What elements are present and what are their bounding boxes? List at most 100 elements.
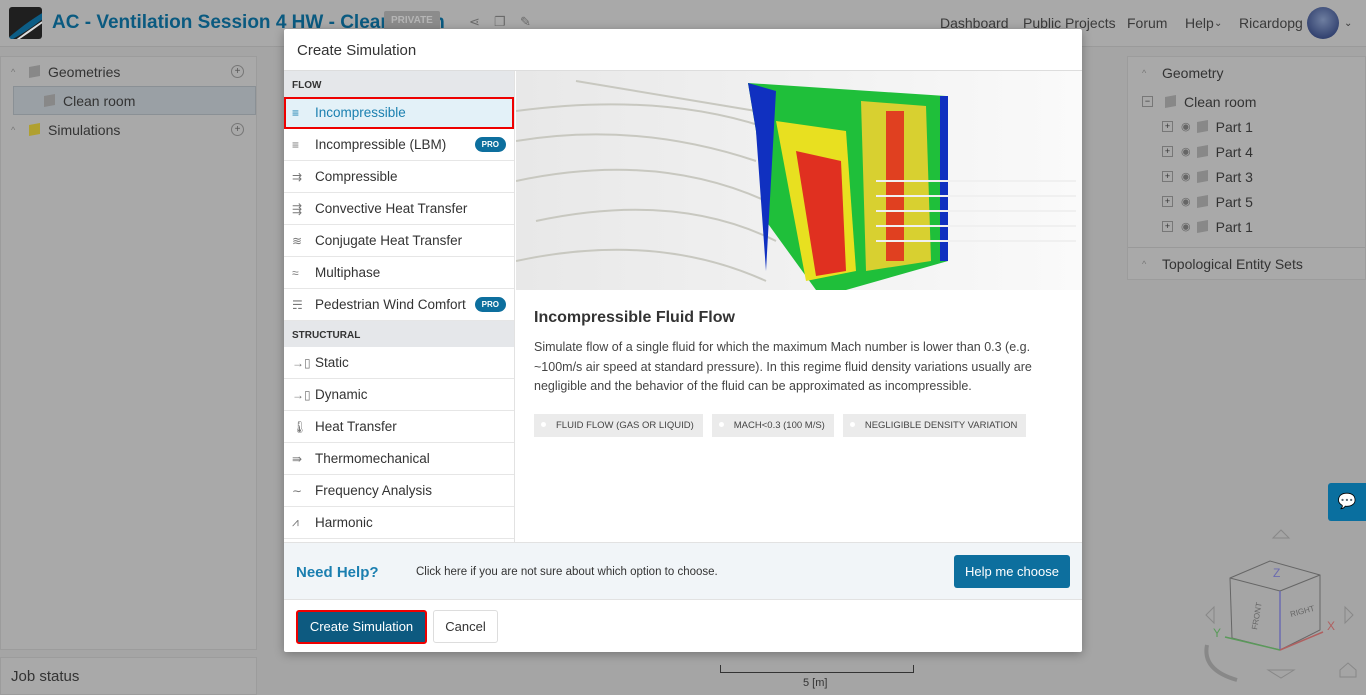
left-panel: ^ Geometries + Clean room ^ Simulations + xyxy=(0,56,257,650)
create-simulation-dialog: Create Simulation FLOW ≡ Incompressible ≡ I… xyxy=(284,29,1082,652)
private-badge: PRIVATE xyxy=(384,11,440,30)
tree-root[interactable]: − Clean room xyxy=(1128,89,1365,114)
tree-part[interactable]: + ◉ Part 1 xyxy=(1128,214,1365,239)
x-axis-label: X xyxy=(1327,619,1335,633)
geometry-header[interactable]: ^ Geometry xyxy=(1128,57,1365,89)
section-flow: FLOW xyxy=(284,71,514,97)
expand-icon[interactable]: + xyxy=(1162,146,1173,157)
expand-icon[interactable]: + xyxy=(1162,221,1173,232)
sim-type-icon: →▯ xyxy=(292,355,311,370)
right-face-label: RIGHT xyxy=(1289,604,1315,619)
edit-icon[interactable]: ✎ xyxy=(520,14,531,30)
sim-type-static[interactable]: →▯ Static xyxy=(284,347,514,379)
eye-icon[interactable]: ◉ xyxy=(1181,145,1191,158)
sim-type-harmonic[interactable]: ⩘ Harmonic xyxy=(284,507,514,539)
sim-type-frequency-analysis[interactable]: ∼ Frequency Analysis xyxy=(284,475,514,507)
sim-type-label: Thermomechanical xyxy=(315,451,430,466)
eye-icon[interactable]: ◉ xyxy=(1181,220,1191,233)
rotate-icon xyxy=(1204,644,1238,682)
sim-type-icon: ∼ xyxy=(292,483,303,498)
avatar[interactable] xyxy=(1307,7,1339,39)
eye-icon[interactable]: ◉ xyxy=(1181,170,1191,183)
arrow-down-icon xyxy=(1266,669,1296,679)
sim-type-icon: ☴ xyxy=(292,297,303,312)
job-status-panel[interactable]: Job status xyxy=(0,657,257,695)
chevron-down-icon[interactable]: ⌄ xyxy=(1344,18,1352,29)
chat-button[interactable]: 💬 xyxy=(1328,483,1366,521)
help-section: Need Help? Click here if you are not sur… xyxy=(284,542,1082,600)
tree-geometries[interactable]: ^ Geometries + xyxy=(1,57,256,86)
sim-type-convective-heat-transfer[interactable]: ⇶ Convective Heat Transfer xyxy=(284,193,514,225)
sim-type-compressible[interactable]: ⇉ Compressible xyxy=(284,161,514,193)
help-me-choose-button[interactable]: Help me choose xyxy=(954,555,1070,588)
arrow-right-icon xyxy=(1344,605,1354,625)
tree-part[interactable]: + ◉ Part 4 xyxy=(1128,139,1365,164)
sim-type-icon: ⇶ xyxy=(292,201,303,216)
simulation-preview-image xyxy=(516,71,1082,290)
tree-simulations[interactable]: ^ Simulations + xyxy=(1,115,256,144)
sim-type-pedestrian-wind-comfort[interactable]: ☴ Pedestrian Wind Comfort PRO xyxy=(284,289,514,321)
eye-icon[interactable]: ◉ xyxy=(1181,120,1191,133)
label: Geometry xyxy=(1162,65,1224,81)
expand-icon[interactable]: + xyxy=(1162,121,1173,132)
view-cube[interactable]: Z X Y FRONT RIGHT xyxy=(1195,525,1365,695)
sim-type-conjugate-heat-transfer[interactable]: ≋ Conjugate Heat Transfer xyxy=(284,225,514,257)
add-geometry-button[interactable]: + xyxy=(231,65,244,78)
pro-badge: PRO xyxy=(474,297,506,312)
create-simulation-button[interactable]: Create Simulation xyxy=(296,610,427,644)
sim-type-icon: ⩘ xyxy=(292,515,299,529)
sim-type-label: Dynamic xyxy=(315,387,368,402)
sim-type-icon: ≈ xyxy=(292,265,299,280)
label: Part 5 xyxy=(1215,193,1253,210)
tree-part[interactable]: + ◉ Part 3 xyxy=(1128,164,1365,189)
add-simulation-button[interactable]: + xyxy=(231,123,244,136)
dialog-title: Create Simulation xyxy=(284,29,1082,71)
arrow-up-icon xyxy=(1271,529,1291,539)
app-logo[interactable] xyxy=(9,7,42,39)
tree-part[interactable]: + ◉ Part 5 xyxy=(1128,189,1365,214)
sim-type-label: Static xyxy=(315,355,349,370)
share-icon[interactable]: ⋖ xyxy=(469,14,480,30)
nav-help[interactable]: Help xyxy=(1185,15,1214,31)
eye-icon[interactable]: ◉ xyxy=(1181,195,1191,208)
label: Part 4 xyxy=(1215,143,1253,160)
need-help-link[interactable]: Need Help? xyxy=(296,564,379,581)
user-name[interactable]: Ricardopg xyxy=(1239,15,1303,31)
tag: NEGLIGIBLE DENSITY VARIATION xyxy=(842,413,1027,437)
tree-clean-room[interactable]: Clean room xyxy=(13,86,256,115)
sim-type-icon: 🌡 xyxy=(292,419,308,434)
tag: MACH<0.3 (100 M/S) xyxy=(711,413,834,437)
sim-type-label: Harmonic xyxy=(315,515,373,530)
sim-type-label: Pedestrian Wind Comfort xyxy=(315,297,466,312)
expand-icon[interactable]: + xyxy=(1162,171,1173,182)
label: Part 1 xyxy=(1215,118,1253,135)
home-icon xyxy=(1339,662,1357,678)
nav-forum[interactable]: Forum xyxy=(1127,15,1167,31)
sim-type-multiphase[interactable]: ≈ Multiphase xyxy=(284,257,514,289)
sim-type-label: Compressible xyxy=(315,169,398,184)
tag: FLUID FLOW (GAS OR LIQUID) xyxy=(534,413,703,437)
description-title: Incompressible Fluid Flow xyxy=(534,309,735,326)
sim-type-icon: ⇛ xyxy=(292,451,303,466)
sim-type-thermomechanical[interactable]: ⇛ Thermomechanical xyxy=(284,443,514,475)
expand-icon[interactable]: + xyxy=(1162,196,1173,207)
copy-icon[interactable]: ❐ xyxy=(494,14,506,30)
sim-type-label: Convective Heat Transfer xyxy=(315,201,468,216)
label: Part 3 xyxy=(1215,168,1253,185)
topological-entity-sets[interactable]: ^ Topological Entity Sets xyxy=(1128,247,1365,279)
sim-type-incompressible-lbm-[interactable]: ≡ Incompressible (LBM) PRO xyxy=(284,129,514,161)
cancel-button[interactable]: Cancel xyxy=(433,610,498,643)
right-panel: ^ Geometry − Clean room + ◉ Part 1 + ◉ Part 4 + ◉… xyxy=(1127,56,1366,280)
front-face-label: FRONT xyxy=(1250,602,1264,631)
sim-type-label: Frequency Analysis xyxy=(315,483,433,498)
sim-type-heat-transfer[interactable]: 🌡 Heat Transfer xyxy=(284,411,514,443)
help-text[interactable]: Click here if you are not sure about whi… xyxy=(416,566,718,578)
arrow-left-icon xyxy=(1205,605,1215,625)
tree-part[interactable]: + ◉ Part 1 xyxy=(1128,114,1365,139)
sim-type-incompressible[interactable]: ≡ Incompressible xyxy=(284,97,514,129)
label: Topological Entity Sets xyxy=(1162,255,1303,272)
sim-type-dynamic[interactable]: →▯ Dynamic xyxy=(284,379,514,411)
sim-type-label: Conjugate Heat Transfer xyxy=(315,233,463,248)
label: Clean room xyxy=(63,92,136,109)
chevron-down-icon[interactable]: ⌄ xyxy=(1214,18,1222,29)
